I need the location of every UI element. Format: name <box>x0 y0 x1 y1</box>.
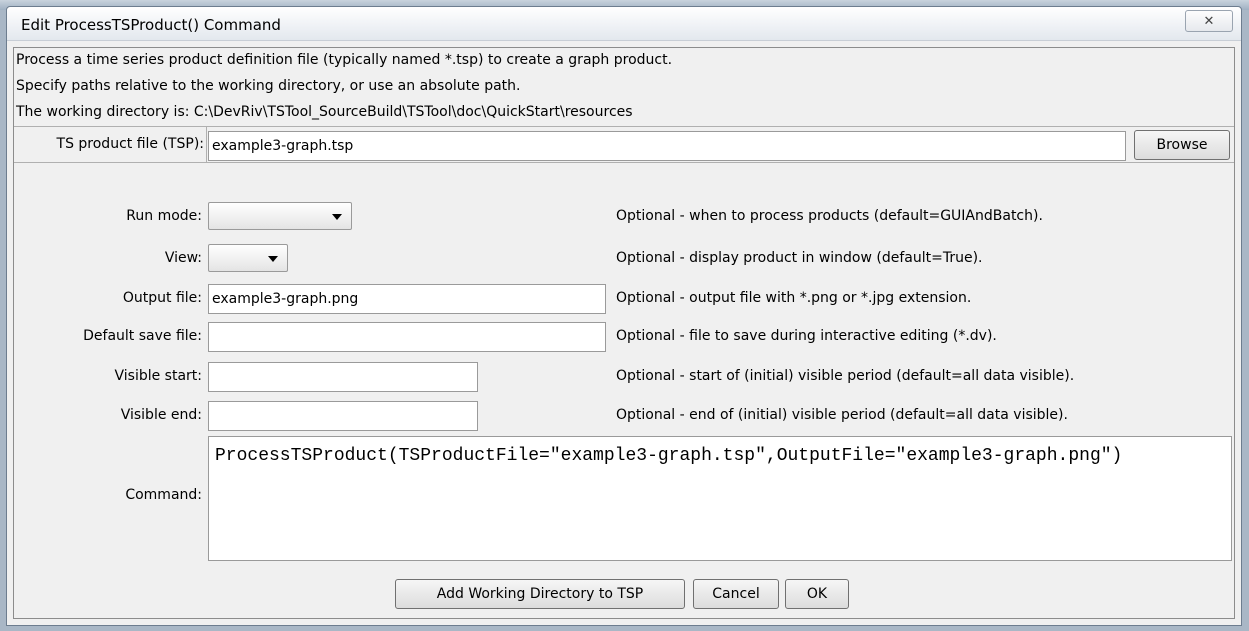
add-working-directory-button[interactable]: Add Working Directory to TSP <box>395 579 685 609</box>
tsp-file-input[interactable]: example3-graph.tsp <box>208 131 1126 161</box>
visible-end-note: Optional - end of (initial) visible peri… <box>616 407 1068 423</box>
dialog-content: Process a time series product definition… <box>13 47 1235 619</box>
close-button[interactable]: ✕ <box>1185 10 1233 32</box>
view-note: Optional - display product in window (de… <box>616 250 983 266</box>
tsp-divider <box>206 127 207 162</box>
visible-start-label: Visible start: <box>114 368 202 384</box>
divider-top <box>14 126 1234 127</box>
output-file-input[interactable]: example3-graph.png <box>208 284 606 314</box>
default-save-file-input[interactable] <box>208 322 606 352</box>
run-mode-note: Optional - when to process products (def… <box>616 208 1043 224</box>
default-save-file-note: Optional - file to save during interacti… <box>616 328 997 344</box>
ok-button[interactable]: OK <box>785 579 849 609</box>
info-paths: Specify paths relative to the working di… <box>16 78 521 94</box>
command-textarea[interactable]: ProcessTSProduct(TSProductFile="example3… <box>208 436 1232 561</box>
cancel-button[interactable]: Cancel <box>693 579 779 609</box>
info-working-directory: The working directory is: C:\DevRiv\TSTo… <box>16 104 633 120</box>
command-label: Command: <box>125 487 202 503</box>
view-select[interactable] <box>208 244 288 272</box>
run-mode-label: Run mode: <box>126 208 202 224</box>
visible-end-input[interactable] <box>208 401 478 431</box>
output-file-label: Output file: <box>122 290 202 306</box>
chevron-down-icon <box>268 256 278 262</box>
run-mode-select[interactable] <box>208 202 352 230</box>
title-bar: Edit ProcessTSProduct() Command ✕ <box>7 7 1241 41</box>
output-file-note: Optional - output file with *.png or *.j… <box>616 290 972 306</box>
default-save-file-label: Default save file: <box>83 328 202 344</box>
tsp-label: TS product file (TSP): <box>56 136 204 152</box>
visible-end-label: Visible end: <box>120 407 202 423</box>
window-title: Edit ProcessTSProduct() Command <box>21 16 281 34</box>
view-label: View: <box>164 250 202 266</box>
divider-tsp <box>14 162 1234 163</box>
info-description: Process a time series product definition… <box>16 52 673 68</box>
browse-button[interactable]: Browse <box>1134 130 1230 160</box>
visible-start-input[interactable] <box>208 362 478 392</box>
close-icon: ✕ <box>1203 14 1215 29</box>
dialog-window: Edit ProcessTSProduct() Command ✕ Proces… <box>6 6 1242 626</box>
chevron-down-icon <box>332 214 342 220</box>
visible-start-note: Optional - start of (initial) visible pe… <box>616 368 1075 384</box>
